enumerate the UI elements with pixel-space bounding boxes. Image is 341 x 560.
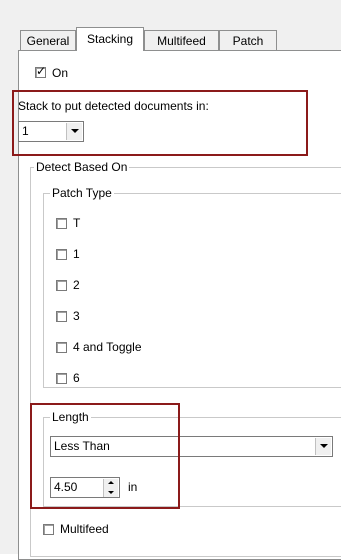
length-mode-dropdown-button[interactable]	[315, 438, 331, 455]
length-highlight	[30, 403, 180, 509]
stack-highlight	[12, 90, 308, 156]
patch-checkbox-6[interactable]	[56, 373, 67, 384]
on-checkbox[interactable]: ✓	[35, 64, 47, 78]
patch-label-6: 6	[73, 371, 80, 385]
patch-label-3: 3	[73, 309, 80, 323]
patch-label-1: 1	[73, 247, 80, 261]
tab-stacking[interactable]: Stacking	[76, 27, 144, 51]
patch-checkbox-2[interactable]	[56, 280, 67, 291]
checkmark-icon: ✓	[36, 64, 47, 78]
multifeed-label: Multifeed	[60, 522, 109, 536]
on-label: On	[52, 66, 69, 80]
patch-label-2: 2	[73, 278, 80, 292]
tab-general[interactable]: General	[20, 30, 76, 50]
tab-multifeed[interactable]: Multifeed	[144, 30, 219, 50]
patch-type-title: Patch Type	[50, 186, 114, 200]
patch-label-4-toggle: 4 and Toggle	[73, 340, 142, 354]
patch-checkbox-4-toggle[interactable]	[56, 342, 67, 353]
patch-checkbox-t[interactable]	[56, 218, 67, 229]
patch-checkbox-3[interactable]	[56, 311, 67, 322]
detect-group-title: Detect Based On	[34, 160, 130, 174]
patch-label-t: T	[73, 216, 81, 230]
tab-patch[interactable]: Patch	[219, 30, 277, 50]
patch-type-group	[43, 193, 341, 388]
multifeed-checkbox[interactable]	[43, 524, 54, 535]
chevron-down-icon	[320, 444, 328, 448]
dialog: General Stacking Multifeed Patch ✓ On St…	[0, 0, 341, 560]
patch-checkbox-1[interactable]	[56, 249, 67, 260]
